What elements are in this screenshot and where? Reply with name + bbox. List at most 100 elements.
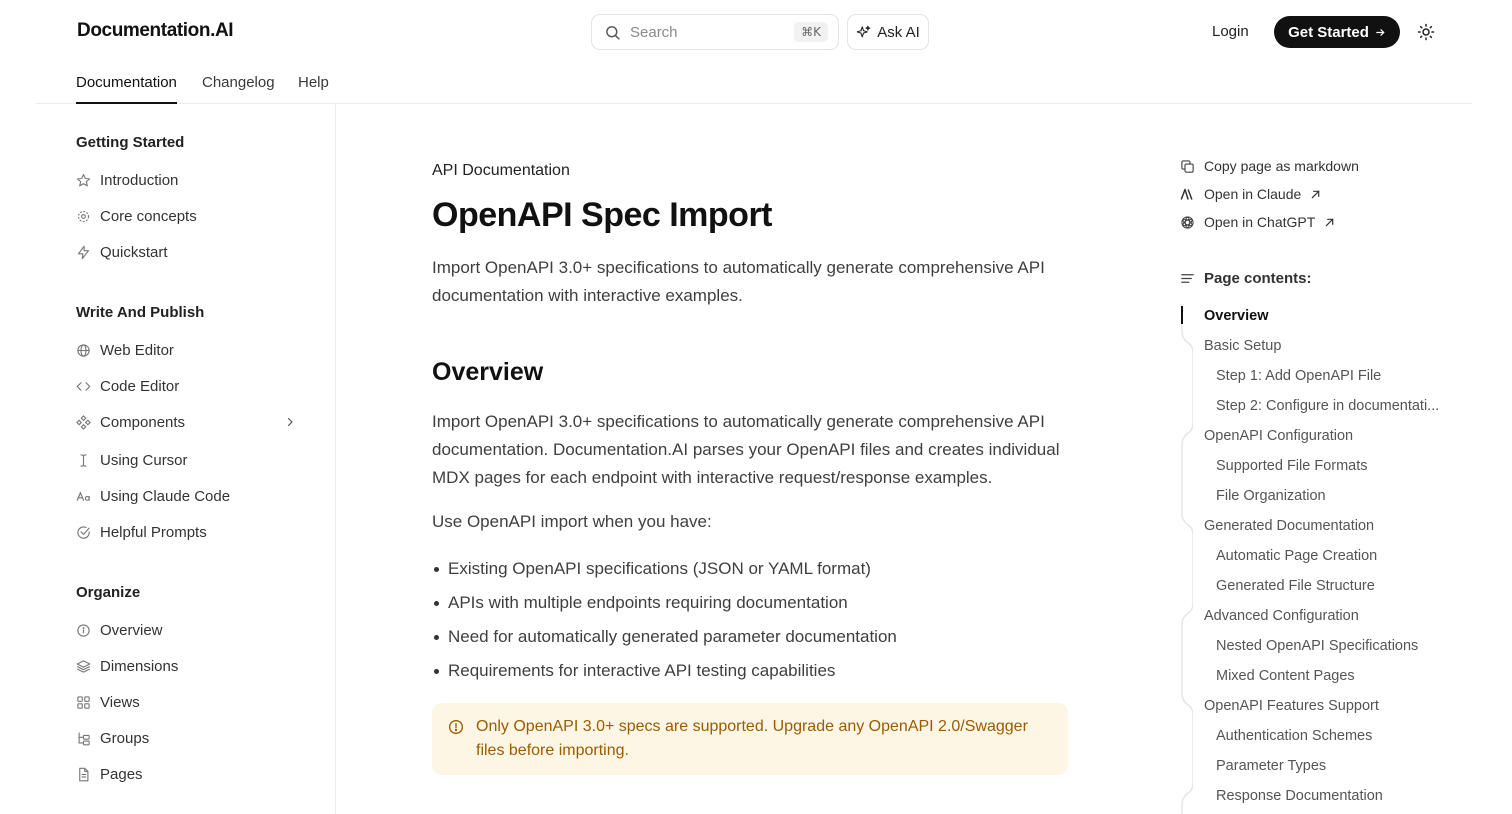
sidebar-item-helpful-prompts[interactable]: Helpful Prompts	[76, 520, 304, 544]
sidebar-item-label: Introduction	[100, 171, 179, 189]
sidebar-section-getting-started: Getting Started	[76, 134, 185, 151]
sidebar-item-label: Core concepts	[100, 207, 197, 225]
grid-icon	[77, 695, 90, 709]
sidebar-item-pages[interactable]: Pages	[76, 762, 304, 786]
gear-icon	[77, 210, 90, 222]
sidebar-item-using-cursor[interactable]: Using Cursor	[76, 448, 304, 472]
open-in-chatgpt-label: Open in ChatGPT	[1204, 214, 1316, 230]
list-item: APIs with multiple endpoints requiring d…	[432, 586, 897, 620]
top-tabs: Documentation Changelog Help	[36, 64, 1472, 104]
sidebar-item-components[interactable]: Components	[76, 410, 304, 434]
chevron-right-icon[interactable]	[284, 416, 296, 428]
sidebar-item-label: Groups	[100, 729, 150, 747]
toc-item-basic-setup[interactable]: Basic Setup	[1204, 338, 1281, 354]
page-contents-heading: Page contents:	[1180, 268, 1312, 288]
external-link-icon	[1311, 190, 1320, 198]
star-icon	[76, 173, 91, 186]
sidebar-item-label: Overview	[100, 621, 163, 639]
tree-icon	[78, 731, 90, 745]
toc-item-nested-openapi-specifications[interactable]: Nested OpenAPI Specifications	[1216, 638, 1418, 654]
use-when-text: Use OpenAPI import when you have:	[432, 512, 712, 531]
toc-item-file-organization[interactable]: File Organization	[1216, 488, 1326, 504]
sidebar-item-label: Quickstart	[100, 243, 168, 261]
search-placeholder: Search	[630, 23, 678, 41]
sidebar-item-label: Using Cursor	[100, 451, 188, 469]
toc-item-openapi-features-support[interactable]: OpenAPI Features Support	[1204, 698, 1379, 714]
list-icon	[1181, 273, 1194, 283]
text-cursor-icon	[80, 453, 87, 467]
search-shortcut: ⌘K	[794, 22, 828, 42]
sidebar: Getting Started Introduction Core concep…	[0, 104, 336, 814]
sidebar-item-overview[interactable]: Overview	[76, 618, 304, 642]
tab-changelog[interactable]: Changelog	[202, 74, 275, 104]
check-circle-icon	[77, 525, 90, 539]
toc-item-generated-file-structure[interactable]: Generated File Structure	[1216, 578, 1375, 594]
sidebar-item-label: Components	[100, 413, 186, 431]
callout-text: Only OpenAPI 3.0+ specs are supported. U…	[476, 718, 1028, 759]
open-in-claude-link[interactable]: Open in Claude	[1180, 184, 1321, 204]
sidebar-item-quickstart[interactable]: Quickstart	[76, 240, 304, 264]
copy-markdown-label: Copy page as markdown	[1204, 158, 1359, 174]
requirements-list: Existing OpenAPI specifications (JSON or…	[432, 552, 897, 688]
sidebar-item-views[interactable]: Views	[76, 690, 304, 714]
sidebar-item-label: Helpful Prompts	[100, 523, 207, 541]
components-icon	[76, 414, 91, 430]
info-icon	[77, 623, 90, 637]
toc-item-response-documentation[interactable]: Response Documentation	[1216, 788, 1383, 804]
logo[interactable]: Documentation.AI	[77, 20, 234, 42]
page-description: Import OpenAPI 3.0+ specifications to au…	[432, 258, 1045, 305]
toc-item-supported-file-formats[interactable]: Supported File Formats	[1216, 458, 1368, 474]
breadcrumb: API Documentation	[432, 162, 570, 179]
search-input[interactable]: Search ⌘K	[591, 14, 839, 50]
font-icon	[76, 490, 90, 501]
layers-icon	[76, 659, 91, 673]
toc-item-generated-documentation[interactable]: Generated Documentation	[1204, 518, 1374, 534]
page-title: OpenAPI Spec Import	[432, 196, 773, 234]
toc-item-advanced-configuration[interactable]: Advanced Configuration	[1204, 608, 1359, 624]
globe-icon	[77, 343, 90, 357]
list-item: Requirements for interactive API testing…	[432, 654, 897, 688]
sidebar-item-dimensions[interactable]: Dimensions	[76, 654, 304, 678]
toc-item-authentication-schemes[interactable]: Authentication Schemes	[1216, 728, 1372, 744]
sidebar-item-web-editor[interactable]: Web Editor	[76, 338, 304, 362]
toc-item-parameter-types[interactable]: Parameter Types	[1216, 758, 1326, 774]
alert-icon	[449, 720, 463, 734]
login-link[interactable]: Login	[1212, 23, 1249, 40]
tab-help[interactable]: Help	[298, 74, 329, 104]
sidebar-item-label: Views	[100, 693, 140, 711]
toc-item-openapi-configuration[interactable]: OpenAPI Configuration	[1204, 428, 1353, 444]
external-link-icon	[1325, 218, 1334, 226]
toc-item-mixed-content-pages[interactable]: Mixed Content Pages	[1216, 668, 1355, 684]
sun-icon[interactable]	[1417, 23, 1435, 41]
ask-ai-button[interactable]: Ask AI	[847, 14, 929, 50]
sidebar-item-introduction[interactable]: Introduction	[76, 168, 304, 192]
arrow-right-icon	[1376, 28, 1385, 36]
get-started-button[interactable]: Get Started	[1274, 16, 1400, 48]
sidebar-item-label: Dimensions	[100, 657, 179, 675]
code-icon	[76, 381, 91, 391]
warning-callout: Only OpenAPI 3.0+ specs are supported. U…	[432, 703, 1068, 775]
bolt-icon	[77, 245, 90, 259]
sidebar-item-label: Web Editor	[100, 341, 174, 359]
sidebar-item-label: Pages	[100, 765, 143, 783]
sidebar-item-label: Code Editor	[100, 377, 180, 395]
search-icon	[606, 25, 620, 40]
sidebar-item-code-editor[interactable]: Code Editor	[76, 374, 304, 398]
claude-icon	[1180, 188, 1193, 200]
sidebar-item-using-claude-code[interactable]: Using Claude Code	[76, 484, 304, 508]
sidebar-item-core-concepts[interactable]: Core concepts	[76, 204, 304, 228]
tab-documentation[interactable]: Documentation	[76, 74, 177, 104]
list-item: Need for automatically generated paramet…	[432, 620, 897, 654]
copy-markdown-button[interactable]: Copy page as markdown	[1180, 156, 1359, 176]
toc-item-step-1[interactable]: Step 1: Add OpenAPI File	[1216, 368, 1381, 384]
toc-track	[1181, 304, 1193, 814]
file-icon	[79, 767, 89, 781]
open-in-chatgpt-link[interactable]: Open in ChatGPT	[1180, 212, 1335, 232]
toc-item-step-2[interactable]: Step 2: Configure in documentati...	[1216, 398, 1439, 414]
chatgpt-icon	[1181, 215, 1194, 229]
sidebar-section-organize: Organize	[76, 584, 141, 601]
toc-item-automatic-page-creation[interactable]: Automatic Page Creation	[1216, 548, 1377, 564]
toc-item-overview[interactable]: Overview	[1204, 308, 1269, 324]
copy-icon	[1181, 159, 1194, 173]
sidebar-item-groups[interactable]: Groups	[76, 726, 304, 750]
